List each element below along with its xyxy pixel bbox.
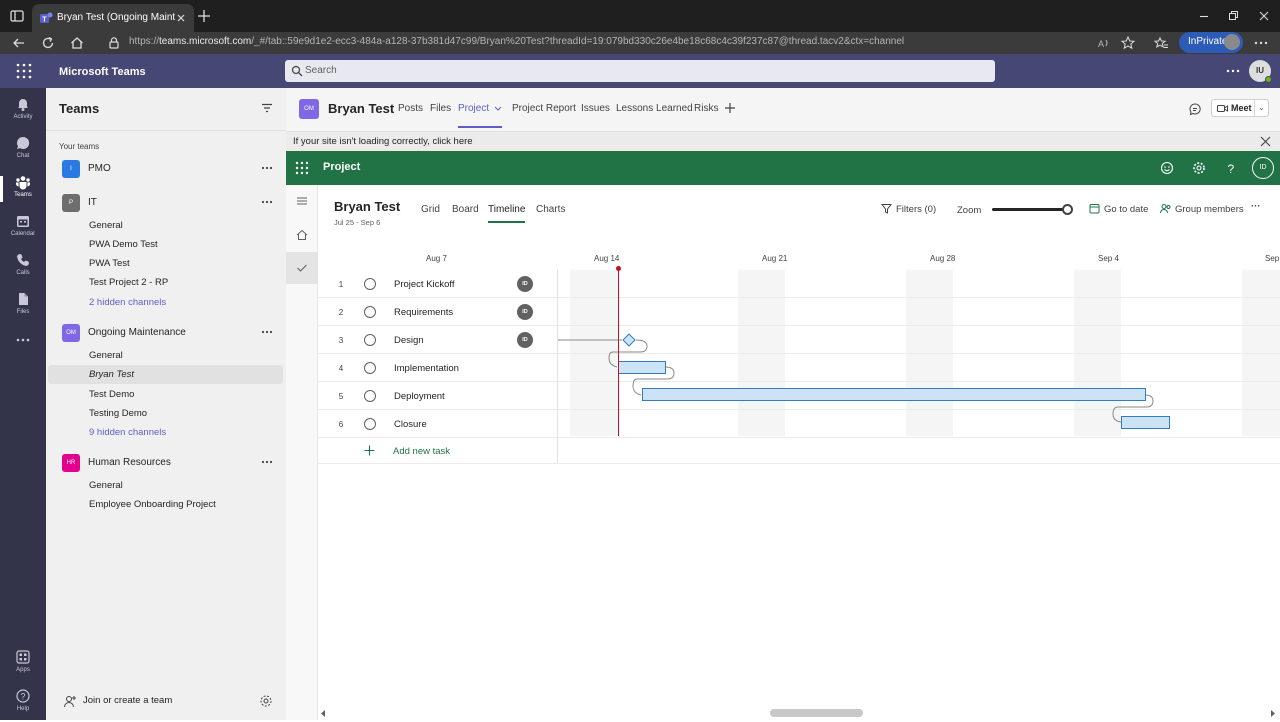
add-new-task-link[interactable]: Add new task xyxy=(393,446,450,457)
scroll-right-icon[interactable] xyxy=(1270,710,1276,717)
scrollbar-thumb[interactable] xyxy=(770,709,863,717)
milestone-diamond-icon[interactable] xyxy=(622,333,636,347)
add-task-row[interactable] xyxy=(318,437,1280,464)
today-marker-dot xyxy=(616,266,621,271)
today-marker-line xyxy=(618,268,619,436)
gantt-bar-closure[interactable] xyxy=(1121,416,1170,429)
dependency-connectors xyxy=(558,339,1154,423)
gantt-bar-implementation[interactable] xyxy=(618,361,666,374)
gantt-bar-deployment[interactable] xyxy=(642,388,1146,401)
scroll-left-icon[interactable] xyxy=(320,710,326,717)
plus-icon[interactable] xyxy=(364,445,375,456)
